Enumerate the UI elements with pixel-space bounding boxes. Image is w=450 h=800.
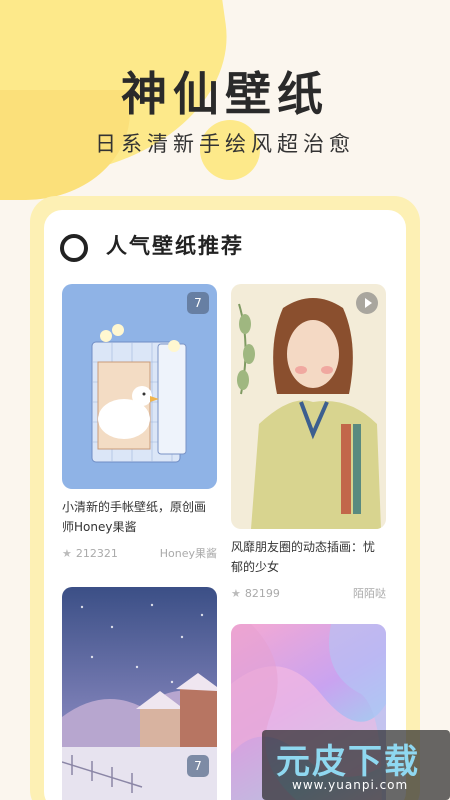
wallpaper-card[interactable]: 7 (62, 587, 217, 800)
card-title[interactable]: 小清新的手帐壁纸，原创画师Honey果酱 (62, 497, 217, 537)
recommend-panel: 人气壁纸推荐 7 小清新的手帐壁纸，原创画师Honey果酱 ★ 212321 H… (44, 210, 406, 800)
likes-count: 82199 (244, 586, 280, 600)
likes: ★ 82199 (231, 587, 280, 600)
journal-illustration (91, 324, 187, 463)
image-count-badge: 7 (187, 292, 209, 314)
watermark-brand: 元皮下载 (276, 742, 420, 782)
card-title[interactable]: 风靡朋友圈的动态插画：忧郁的少女 (231, 537, 386, 577)
card-image[interactable]: 7 (62, 284, 217, 489)
star-icon: ★ (231, 586, 241, 600)
wallpaper-card[interactable]: 风靡朋友圈的动态插画：忧郁的少女 ★ 82199 陌陌哒 (231, 284, 386, 601)
author-name[interactable]: 陌陌哒 (353, 585, 386, 601)
card-image[interactable] (231, 284, 386, 529)
likes: ★ 212321 (62, 547, 118, 560)
author-name[interactable]: Honey果酱 (160, 545, 217, 561)
hero-title: 神仙壁纸 (121, 67, 329, 121)
card-image[interactable]: 7 (62, 587, 217, 800)
girl-illustration (237, 298, 381, 529)
image-count-badge: 7 (187, 755, 209, 777)
likes-count: 212321 (75, 546, 118, 560)
section-ring-icon (60, 234, 88, 262)
card-meta: ★ 82199 陌陌哒 (231, 585, 386, 601)
wallpaper-card[interactable]: 7 小清新的手帐壁纸，原创画师Honey果酱 ★ 212321 Honey果酱 (62, 284, 217, 561)
section-title: 人气壁纸推荐 (106, 234, 244, 258)
play-icon[interactable] (356, 292, 378, 314)
watermark-url: www.yuanpi.com (292, 778, 409, 792)
star-icon: ★ (62, 546, 72, 560)
hero-subtitle: 日系清新手绘风超治愈 (95, 132, 355, 156)
card-meta: ★ 212321 Honey果酱 (62, 545, 217, 561)
